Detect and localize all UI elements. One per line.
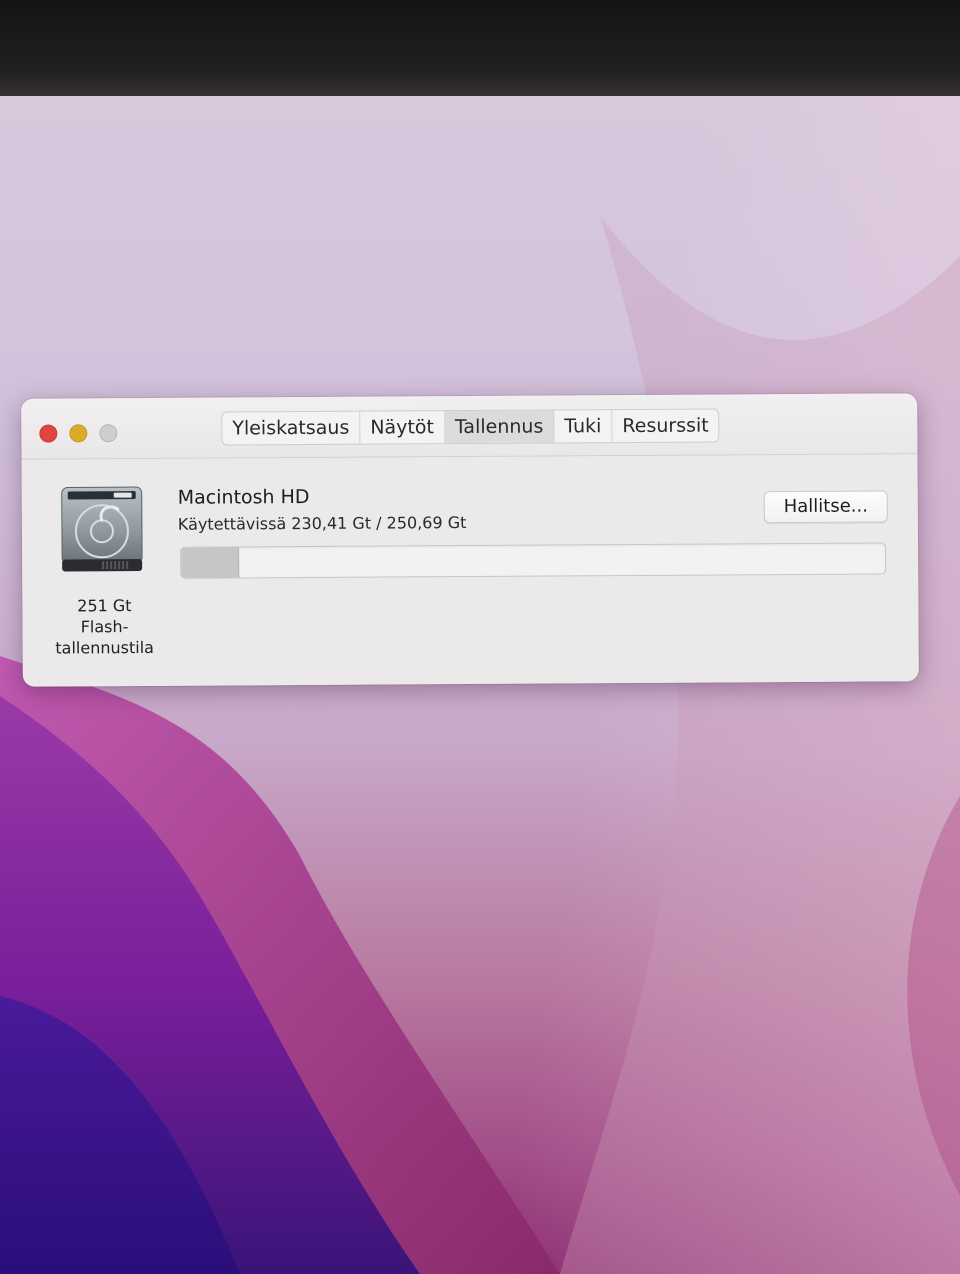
- tab-resources[interactable]: Resurssit: [612, 409, 719, 442]
- volume-availability: Käytettävissä 230,41 Gt / 250,69 Gt: [177, 513, 467, 534]
- tab-bar: Yleiskatsaus Näytöt Tallennus Tuki Resur…: [221, 408, 720, 446]
- tab-overview[interactable]: Yleiskatsaus: [222, 411, 361, 445]
- monitor-bezel: [0, 0, 960, 100]
- disk-caption: 251 Gt Flash- tallennustila: [44, 595, 164, 659]
- storage-usage-bar: [180, 542, 887, 579]
- minimize-button[interactable]: [69, 424, 88, 443]
- manage-button[interactable]: Hallitse...: [763, 490, 888, 524]
- tab-support[interactable]: Tuki: [554, 410, 613, 443]
- disk-capacity: 251 Gt: [77, 596, 132, 616]
- tab-displays[interactable]: Näytöt: [360, 411, 446, 444]
- disk-type-line1: Flash-: [80, 617, 129, 637]
- window-titlebar: Yleiskatsaus Näytöt Tallennus Tuki Resur…: [21, 393, 918, 460]
- close-button[interactable]: [39, 424, 58, 443]
- hard-drive-icon: [61, 486, 143, 572]
- storage-used-segment: [181, 547, 240, 578]
- screen: Yleiskatsaus Näytöt Tallennus Tuki Resur…: [0, 0, 960, 1274]
- volume-name: Macintosh HD: [177, 485, 310, 509]
- disk-type-line2: tallennustila: [55, 637, 154, 658]
- tab-storage[interactable]: Tallennus: [444, 410, 555, 444]
- zoom-button: [99, 424, 118, 443]
- about-this-mac-window: Yleiskatsaus Näytöt Tallennus Tuki Resur…: [21, 393, 919, 687]
- storage-panel: 251 Gt Flash- tallennustila Macintosh HD…: [21, 454, 919, 687]
